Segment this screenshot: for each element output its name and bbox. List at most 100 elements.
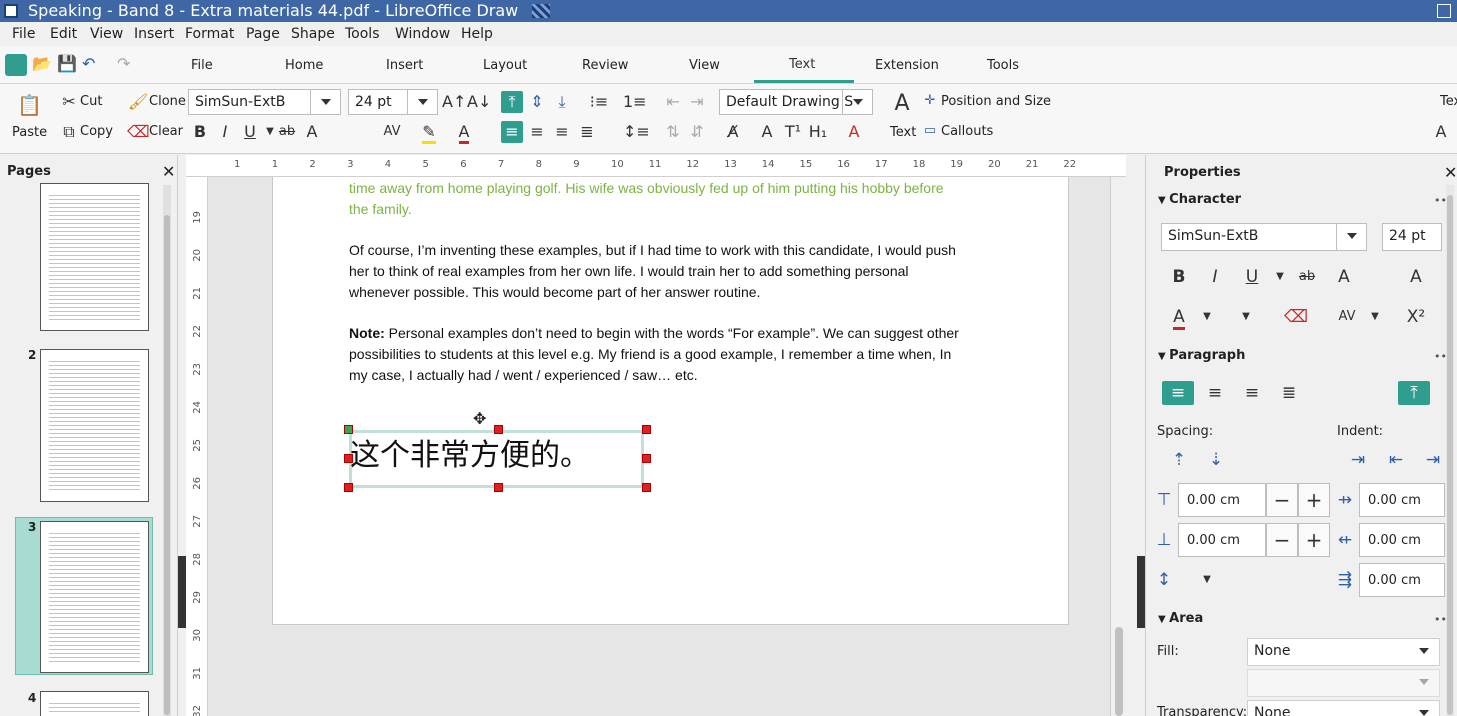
plus-icon[interactable]: + [1298, 523, 1330, 557]
chevron-down-icon[interactable] [1336, 224, 1366, 250]
justify-icon[interactable]: ≣ [1273, 381, 1305, 405]
tab-tools[interactable]: Tools [987, 58, 1019, 73]
text-button[interactable]: Text [890, 125, 916, 140]
before-indent-input[interactable]: 0.00 cm [1359, 483, 1445, 517]
menu-insert[interactable]: Insert [134, 26, 174, 42]
text-attrs-icon[interactable]: A [1430, 121, 1452, 143]
clear-formatting-icon[interactable]: A̸ [722, 121, 744, 143]
align-center-icon[interactable]: ≡ [526, 121, 548, 143]
italic-icon[interactable]: I [1199, 265, 1231, 289]
page-thumbnail-3[interactable] [40, 521, 149, 673]
menu-edit[interactable]: Edit [50, 26, 77, 42]
format-paintbrush-icon[interactable]: A [843, 121, 865, 143]
menu-view[interactable]: View [90, 26, 123, 42]
chevron-down-icon[interactable]: ▼ [1359, 305, 1391, 329]
close-icon[interactable]: ✕ [162, 162, 175, 181]
increase-indent-icon[interactable]: ⇥ [1342, 448, 1374, 472]
line-spacing-icon[interactable]: ↕≡ [623, 121, 650, 143]
menu-shape[interactable]: Shape [291, 26, 335, 42]
font-size-up-icon[interactable]: A [756, 121, 778, 143]
page-thumbnail-2[interactable] [40, 349, 149, 502]
tab-text[interactable]: Text [789, 57, 815, 72]
character-spacing-icon[interactable]: AV [381, 121, 403, 143]
resize-handle[interactable] [642, 483, 651, 492]
superscript-icon[interactable]: X² [1400, 305, 1432, 329]
menu-tools[interactable]: Tools [345, 26, 380, 42]
pages-scrollbar[interactable] [163, 185, 171, 716]
fill-secondary-select[interactable] [1247, 669, 1440, 697]
callouts-button[interactable]: Callouts [941, 124, 993, 139]
hanging-indent-icon[interactable]: ⇥ [1417, 448, 1449, 472]
close-icon[interactable]: ✕ [1444, 163, 1457, 182]
cut-icon[interactable]: ✂ [58, 91, 80, 113]
font-name-combo[interactable]: SimSun-ExtB [188, 89, 341, 115]
ribbon-text-cutoff[interactable]: Tex [1440, 94, 1457, 109]
underline-icon[interactable]: U [239, 121, 261, 143]
tab-insert[interactable]: Insert [386, 58, 423, 73]
menu-toggle-icon[interactable] [5, 54, 27, 76]
section-area[interactable]: Area [1158, 611, 1203, 626]
italic-icon[interactable]: I [214, 121, 236, 143]
align-right-icon[interactable]: ≡ [551, 121, 573, 143]
chevron-down-icon[interactable] [407, 90, 437, 114]
shadow-icon[interactable]: A [301, 121, 323, 143]
tab-review[interactable]: Review [582, 58, 628, 73]
chevron-down-icon[interactable]: ▼ [1191, 568, 1223, 592]
align-left-icon[interactable]: ≡ [1162, 381, 1194, 405]
fill-select[interactable]: None [1247, 638, 1440, 666]
clear-button[interactable]: Clear [149, 124, 183, 139]
chevron-down-icon[interactable]: ▼ [1191, 305, 1223, 329]
text-box-content[interactable]: 这个非常方便的。 [350, 435, 590, 477]
strikethrough-icon[interactable]: ab [1291, 265, 1323, 289]
sidebar-font-name[interactable]: SimSun-ExtB [1161, 223, 1367, 251]
minus-icon[interactable]: − [1266, 483, 1298, 517]
minus-icon[interactable]: − [1266, 523, 1298, 557]
chevron-down-icon[interactable] [1409, 639, 1439, 665]
resize-handle[interactable] [344, 483, 353, 492]
align-top-icon[interactable]: ⤒ [501, 91, 523, 113]
chevron-down-icon[interactable] [1409, 670, 1439, 696]
page-thumbnail-4[interactable] [40, 691, 149, 716]
resize-handle[interactable] [494, 483, 503, 492]
font-color-icon[interactable]: A [453, 121, 475, 144]
numbering-icon[interactable]: 1≡ [623, 91, 647, 113]
menu-format[interactable]: Format [185, 26, 234, 42]
resize-handle[interactable] [344, 454, 353, 463]
menu-file[interactable]: File [12, 26, 35, 42]
chevron-down-icon[interactable] [310, 90, 340, 114]
chevron-down-icon[interactable] [842, 90, 872, 114]
style-combo[interactable]: Default Drawing S [719, 89, 873, 115]
first-line-indent-input[interactable]: 0.00 cm [1359, 563, 1445, 597]
line-spacing-icon[interactable]: ↕ [1148, 568, 1180, 592]
align-bottom-icon[interactable]: ⤓ [551, 91, 573, 113]
copy-icon[interactable]: ⧉ [58, 121, 80, 143]
position-size-button[interactable]: Position and Size [941, 94, 1051, 109]
bold-icon[interactable]: B [189, 121, 211, 143]
canvas-scrollbar[interactable] [1110, 177, 1126, 716]
cut-button[interactable]: Cut [80, 94, 102, 109]
paste-icon[interactable]: 📋 [17, 94, 42, 116]
increase-indent-icon[interactable]: ⇥ [686, 91, 708, 113]
shrink-font-icon[interactable]: A↓ [467, 91, 491, 113]
page-thumbnail-1[interactable] [40, 183, 149, 331]
align-top-icon[interactable]: ⤒ [1398, 381, 1430, 405]
collapse-pages-handle[interactable] [178, 556, 186, 628]
subscript-icon[interactable]: H₁ [807, 121, 829, 143]
bullets-icon[interactable]: ⁝≡ [588, 91, 610, 113]
resize-handle[interactable] [642, 425, 651, 434]
redo-icon[interactable]: ↷ [117, 54, 139, 76]
para-spacing-icon[interactable]: ⇅ [662, 121, 684, 143]
clear-icon[interactable]: ⌫ [127, 121, 150, 143]
align-right-icon[interactable]: ≡ [1236, 381, 1268, 405]
transparency-select[interactable]: None [1247, 700, 1440, 716]
maximize-button[interactable] [1437, 4, 1451, 18]
copy-button[interactable]: Copy [80, 124, 113, 139]
sidebar-font-size[interactable]: 24 pt [1382, 223, 1442, 251]
increase-spacing-icon[interactable]: ⇡ [1163, 448, 1195, 472]
align-middle-icon[interactable]: ⇕ [526, 91, 548, 113]
clear-direct-formatting-icon[interactable]: ⌫ [1280, 305, 1312, 329]
align-center-icon[interactable]: ≡ [1199, 381, 1231, 405]
font-size-combo[interactable]: 24 pt [348, 89, 438, 115]
below-spacing-input[interactable]: 0.00 cm [1178, 523, 1266, 557]
menu-help[interactable]: Help [461, 26, 493, 42]
